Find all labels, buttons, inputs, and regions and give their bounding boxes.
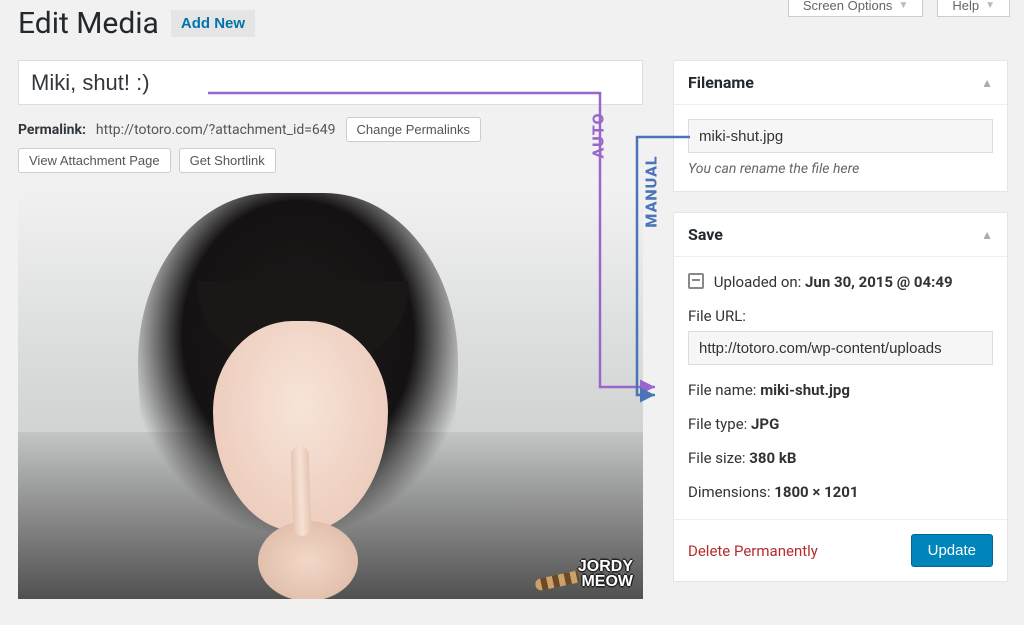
- uploaded-value: Jun 30, 2015 @ 04:49: [805, 273, 953, 291]
- page-title: Edit Media: [18, 6, 159, 41]
- file-url-label: File URL:: [688, 307, 993, 325]
- dimensions-label: Dimensions:: [688, 483, 771, 501]
- help-button[interactable]: Help ▼: [937, 0, 1010, 17]
- get-shortlink-button[interactable]: Get Shortlink: [179, 148, 276, 173]
- uploaded-label: Uploaded on:: [714, 273, 802, 291]
- screen-options-label: Screen Options: [803, 0, 893, 13]
- filename-helper: You can rename the file here: [688, 161, 993, 177]
- file-type-label: File type:: [688, 415, 747, 433]
- collapse-icon: ▲: [981, 228, 993, 242]
- screen-options-button[interactable]: Screen Options ▼: [788, 0, 924, 17]
- file-name-value: miki-shut.jpg: [760, 381, 850, 399]
- update-button[interactable]: Update: [911, 534, 993, 567]
- file-size-value: 380 kB: [749, 449, 796, 467]
- add-new-button[interactable]: Add New: [171, 10, 255, 37]
- calendar-icon: [688, 273, 704, 289]
- collapse-icon: ▲: [981, 76, 993, 90]
- help-label: Help: [952, 0, 979, 13]
- caret-down-icon: ▼: [898, 0, 908, 11]
- change-permalinks-button[interactable]: Change Permalinks: [346, 117, 481, 142]
- save-metabox: Save ▲ Uploaded on: Jun 30, 2015 @ 04:49…: [673, 212, 1008, 582]
- save-heading: Save: [688, 225, 723, 244]
- filename-metabox-header[interactable]: Filename ▲: [674, 61, 1007, 105]
- save-metabox-header[interactable]: Save ▲: [674, 213, 1007, 257]
- media-title-input[interactable]: [18, 60, 643, 105]
- delete-permanently-link[interactable]: Delete Permanently: [688, 542, 818, 560]
- file-type-value: JPG: [751, 415, 779, 433]
- watermark-logo: JORDY MEOW: [535, 560, 633, 589]
- file-name-label: File name:: [688, 381, 756, 399]
- filename-input[interactable]: [688, 119, 993, 153]
- file-size-label: File size:: [688, 449, 746, 467]
- filename-heading: Filename: [688, 73, 754, 92]
- permalink-url: http://totoro.com/?attachment_id=649: [96, 122, 336, 138]
- filename-metabox: Filename ▲ You can rename the file here: [673, 60, 1008, 192]
- file-url-input[interactable]: [688, 331, 993, 365]
- caret-down-icon: ▼: [985, 0, 995, 11]
- permalink-label: Permalink:: [18, 122, 86, 138]
- attachment-image: JORDY MEOW: [18, 181, 643, 599]
- view-attachment-button[interactable]: View Attachment Page: [18, 148, 171, 173]
- dimensions-value: 1800 × 1201: [774, 483, 858, 501]
